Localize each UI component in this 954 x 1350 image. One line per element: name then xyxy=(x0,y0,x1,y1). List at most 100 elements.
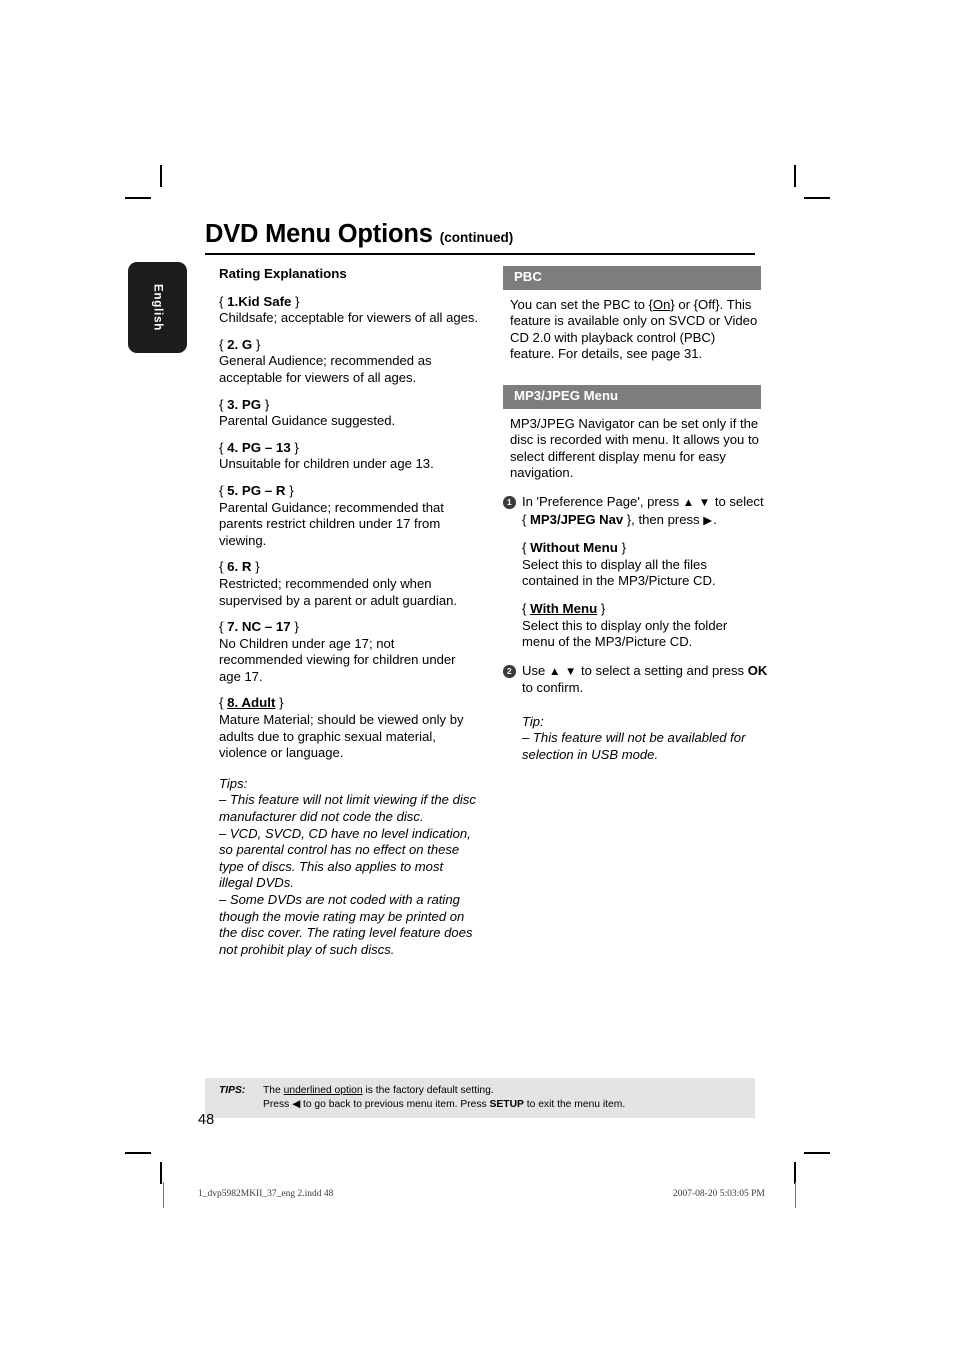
step-1-option: MP3/JPEG Nav xyxy=(530,511,624,527)
option-label: 7. NC – 17 xyxy=(227,619,291,635)
tips-line2-b: to go back to previous menu item. Press xyxy=(300,1098,490,1110)
option-block: { 8. Adult } Mature Material; should be v… xyxy=(219,695,479,761)
language-tab-label: English xyxy=(151,283,164,332)
option-label: 4. PG – 13 xyxy=(227,439,291,455)
option-term: { 1.Kid Safe } xyxy=(219,294,479,311)
brace-close: } xyxy=(290,619,299,635)
tips-line1-underlined: underlined option xyxy=(283,1085,363,1096)
crop-mark-top-right-horizontal xyxy=(804,197,830,199)
arrow-up-icon: ▲ xyxy=(682,496,696,509)
option-description: No Children under age 17; not recommende… xyxy=(219,635,456,684)
pbc-text-a: You can set the PBC to { xyxy=(510,296,653,312)
page-header: DVD Menu Options (continued) xyxy=(205,220,755,256)
page-title-continued: (continued) xyxy=(439,230,514,245)
title-rule xyxy=(205,252,755,256)
option-description: Parental Guidance; recommended that pare… xyxy=(219,499,444,548)
crop-mark-bottom-left-vertical xyxy=(160,1162,162,1184)
step-2-text-c: to confirm. xyxy=(522,680,584,696)
option-label: 8. Adult xyxy=(227,695,276,711)
step-2-text-a: Use xyxy=(522,662,549,678)
tips-setup-key: SETUP xyxy=(489,1098,524,1110)
right-tip-text: – This feature will not be availabled fo… xyxy=(522,730,746,763)
step-2-bullet: 2 xyxy=(503,665,516,678)
step-2-ok-key: OK xyxy=(747,662,768,678)
brace-open: { xyxy=(219,559,228,575)
option-label: 3. PG xyxy=(227,396,262,412)
pbc-body: You can set the PBC to {On} or {Off}. Th… xyxy=(510,297,760,363)
brace-open: { xyxy=(219,336,228,352)
option-label: 5. PG – R xyxy=(227,482,286,498)
rating-explanations-heading: Rating Explanations xyxy=(219,266,347,281)
right-column: PBC You can set the PBC to {On} or {Off}… xyxy=(503,266,767,764)
left-tips-block: Tips: – This feature will not limit view… xyxy=(219,776,479,959)
option-term: { 5. PG – R } xyxy=(219,483,479,500)
step-1-text-c: { xyxy=(522,511,531,527)
option-block: { 5. PG – R } Parental Guidance; recommen… xyxy=(219,483,479,549)
step-1-text-b: to select xyxy=(711,493,764,509)
brace-close: } xyxy=(291,293,300,309)
option-term: { 8. Adult } xyxy=(219,695,479,712)
step-1-text-a: In 'Preference Page', press xyxy=(522,493,683,509)
step-1-bullet: 1 xyxy=(503,496,516,509)
option-label: 2. G xyxy=(227,336,253,352)
option-term: { 4. PG – 13 } xyxy=(219,440,479,457)
tips-strip-line-2: Press ◀ to go back to previous menu item… xyxy=(263,1098,755,1112)
option-label: 1.Kid Safe xyxy=(227,293,292,309)
option-block: { 7. NC – 17 } No Children under age 17; … xyxy=(219,619,479,685)
option-term: { 7. NC – 17 } xyxy=(219,619,479,636)
option-term: { 3. PG } xyxy=(219,397,479,414)
tips-strip-line-1: The underlined option is the factory def… xyxy=(263,1084,755,1098)
option-description: Select this to display all the files con… xyxy=(522,556,716,589)
crop-mark-top-right-vertical xyxy=(794,165,796,187)
brace-open: { xyxy=(219,695,228,711)
brace-close: } xyxy=(261,396,270,412)
mp3jpeg-intro: MP3/JPEG Navigator can be set only if th… xyxy=(510,415,759,481)
step-1-text-e: . xyxy=(713,511,717,527)
option-block: { 3. PG } Parental Guidance suggested. xyxy=(219,397,479,430)
page-number: 48 xyxy=(198,1112,215,1128)
rating-list: { 1.Kid Safe } Childsafe; acceptable for … xyxy=(219,294,479,762)
option-block: { 2. G } General Audience; recommended as… xyxy=(219,337,479,387)
crop-mark-top-left-horizontal xyxy=(125,197,151,199)
crop-mark-top-left-vertical xyxy=(160,165,162,187)
tip-item: – Some DVDs are not coded with a rating … xyxy=(219,892,473,957)
print-footer-rule-left xyxy=(163,1182,164,1208)
section-bar-pbc: PBC xyxy=(503,266,761,290)
option-block: { With Menu } Select this to display only… xyxy=(522,601,762,651)
tips-strip-label: TIPS: xyxy=(219,1085,246,1096)
option-description: General Audience; recommended as accepta… xyxy=(219,353,432,385)
option-label: Without Menu xyxy=(530,540,618,556)
right-tip-label: Tip: xyxy=(522,713,544,729)
crop-mark-bottom-left-horizontal xyxy=(125,1152,151,1154)
brace-open: { xyxy=(522,600,531,616)
brace-open: { xyxy=(522,540,531,556)
option-block: { 6. R } Restricted; recommended only whe… xyxy=(219,559,479,609)
option-description: Restricted; recommended only when superv… xyxy=(219,575,458,608)
brace-close: } xyxy=(252,336,261,352)
tips-line1-a: The xyxy=(263,1085,284,1096)
arrow-left-icon: ◀ xyxy=(292,1098,301,1110)
tips-line2-a: Press xyxy=(263,1098,293,1110)
option-label: With Menu xyxy=(530,600,598,616)
step-2-text-b: to select a setting and press xyxy=(577,662,748,678)
left-column: Rating Explanations { 1.Kid Safe } Childs… xyxy=(219,266,479,958)
option-term: { Without Menu } xyxy=(522,540,762,557)
page-title: DVD Menu Options xyxy=(205,220,433,248)
right-tip-block: Tip: – This feature will not be availabl… xyxy=(522,714,762,764)
option-description: Childsafe; acceptable for viewers of all… xyxy=(219,310,479,326)
left-tips-label: Tips: xyxy=(219,775,248,791)
brace-close: } xyxy=(290,439,299,455)
left-tips-items: – This feature will not limit viewing if… xyxy=(219,792,479,958)
crop-mark-bottom-right-vertical xyxy=(794,1162,796,1184)
print-footer-timestamp: 2007-08-20 5:03:05 PM xyxy=(673,1189,765,1199)
option-label: 6. R xyxy=(227,559,252,575)
page-title-line: DVD Menu Options (continued) xyxy=(205,220,755,250)
brace-open: { xyxy=(219,439,228,455)
tips-line1-b: is the factory default setting. xyxy=(362,1085,494,1096)
option-term: { With Menu } xyxy=(522,601,762,618)
option-block: { 4. PG – 13 } Unsuitable for children un… xyxy=(219,440,479,473)
step-1: 1 In 'Preference Page', press ▲ ▼ to sel… xyxy=(503,494,771,529)
arrow-right-icon: ▶ xyxy=(703,514,714,527)
print-footer-filename: 1_dvp5982MKII_37_eng 2.indd 48 xyxy=(198,1189,334,1199)
option-block: { Without Menu } Select this to display a… xyxy=(522,540,762,590)
